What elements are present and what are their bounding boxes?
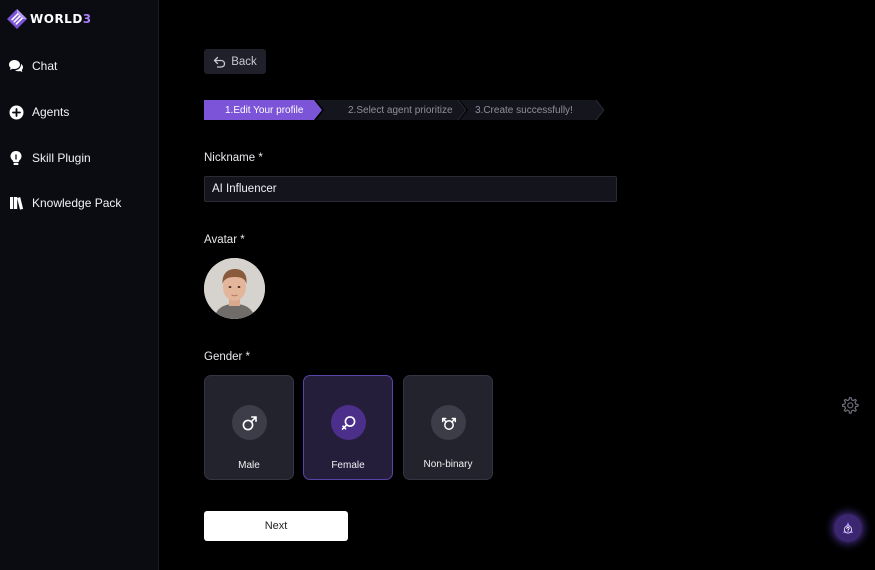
gender-label: Gender *: [204, 351, 251, 363]
sidebar-item-knowledge-pack[interactable]: Knowledge Pack: [8, 193, 121, 213]
gender-icon-circle: [232, 405, 267, 440]
lightbulb-icon: [8, 150, 24, 166]
sidebar-item-agents[interactable]: Agents: [8, 102, 69, 122]
gender-icon-circle: [431, 405, 466, 440]
sidebar-item-label: Knowledge Pack: [32, 196, 122, 210]
back-arrow-icon: [214, 56, 226, 68]
books-icon: [8, 195, 24, 211]
non-binary-symbol-icon: [441, 417, 456, 430]
step-label: 2.Select agent prioritize: [348, 104, 453, 116]
next-button[interactable]: Next: [204, 511, 348, 541]
step-label: 1.Edit Your profile: [225, 104, 304, 116]
gender-icon-circle: [331, 405, 366, 440]
gender-option-label: Female: [331, 460, 365, 471]
help-button[interactable]: [834, 514, 862, 542]
sidebar-item-label: Chat: [32, 59, 58, 73]
gender-option-non-binary[interactable]: Non-binary: [403, 375, 493, 480]
sidebar-item-skill-plugin[interactable]: Skill Plugin: [8, 148, 91, 168]
back-label: Back: [231, 55, 257, 68]
step-select-agent[interactable]: 2.Select agent prioritize: [316, 100, 466, 120]
help-question-icon: [843, 522, 853, 534]
step-label: 3.Create successfully!: [475, 104, 573, 116]
chat-bubbles-icon: [8, 58, 24, 74]
nickname-input[interactable]: [204, 176, 617, 202]
male-symbol-icon: [242, 415, 257, 430]
step-create-success[interactable]: 3.Create successfully!: [460, 100, 604, 120]
gender-option-label: Male: [238, 460, 260, 471]
plus-circle-icon: [8, 104, 24, 120]
female-symbol-icon: [341, 415, 355, 430]
sidebar-item-label: Agents: [32, 105, 70, 119]
gear-icon[interactable]: [840, 396, 859, 415]
gender-option-male[interactable]: Male: [204, 375, 294, 480]
sidebar-item-label: Skill Plugin: [32, 151, 91, 165]
logo[interactable]: WORLD3: [6, 8, 92, 30]
avatar[interactable]: [204, 258, 265, 319]
gender-option-label: Non-binary: [423, 459, 473, 470]
back-button[interactable]: Back: [204, 49, 266, 74]
avatar-portrait-icon: [204, 258, 265, 319]
gender-option-female[interactable]: Female: [303, 375, 393, 480]
nickname-label: Nickname *: [204, 152, 263, 164]
logo-icon: [7, 9, 27, 29]
avatar-label: Avatar *: [204, 234, 245, 246]
step-edit-profile[interactable]: 1.Edit Your profile: [204, 100, 322, 120]
sidebar-item-chat[interactable]: Chat: [8, 56, 57, 76]
logo-text: WORLD3: [30, 12, 92, 26]
sidebar: WORLD3 Chat Agents Skill Plugin Knowledg…: [0, 0, 159, 570]
